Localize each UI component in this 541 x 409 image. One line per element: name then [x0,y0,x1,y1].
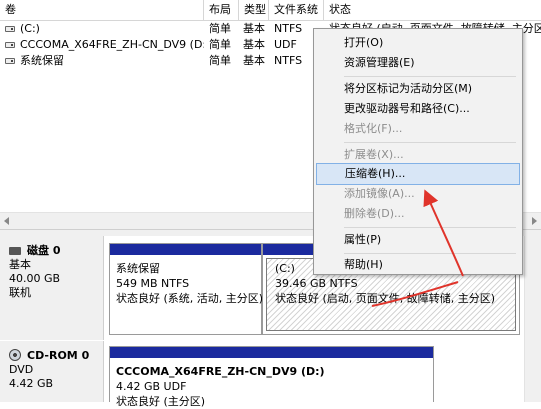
arrow-to-shrink-volume [423,189,464,277]
annotation-arrows [371,189,464,307]
arrow-from-partition [371,281,459,307]
